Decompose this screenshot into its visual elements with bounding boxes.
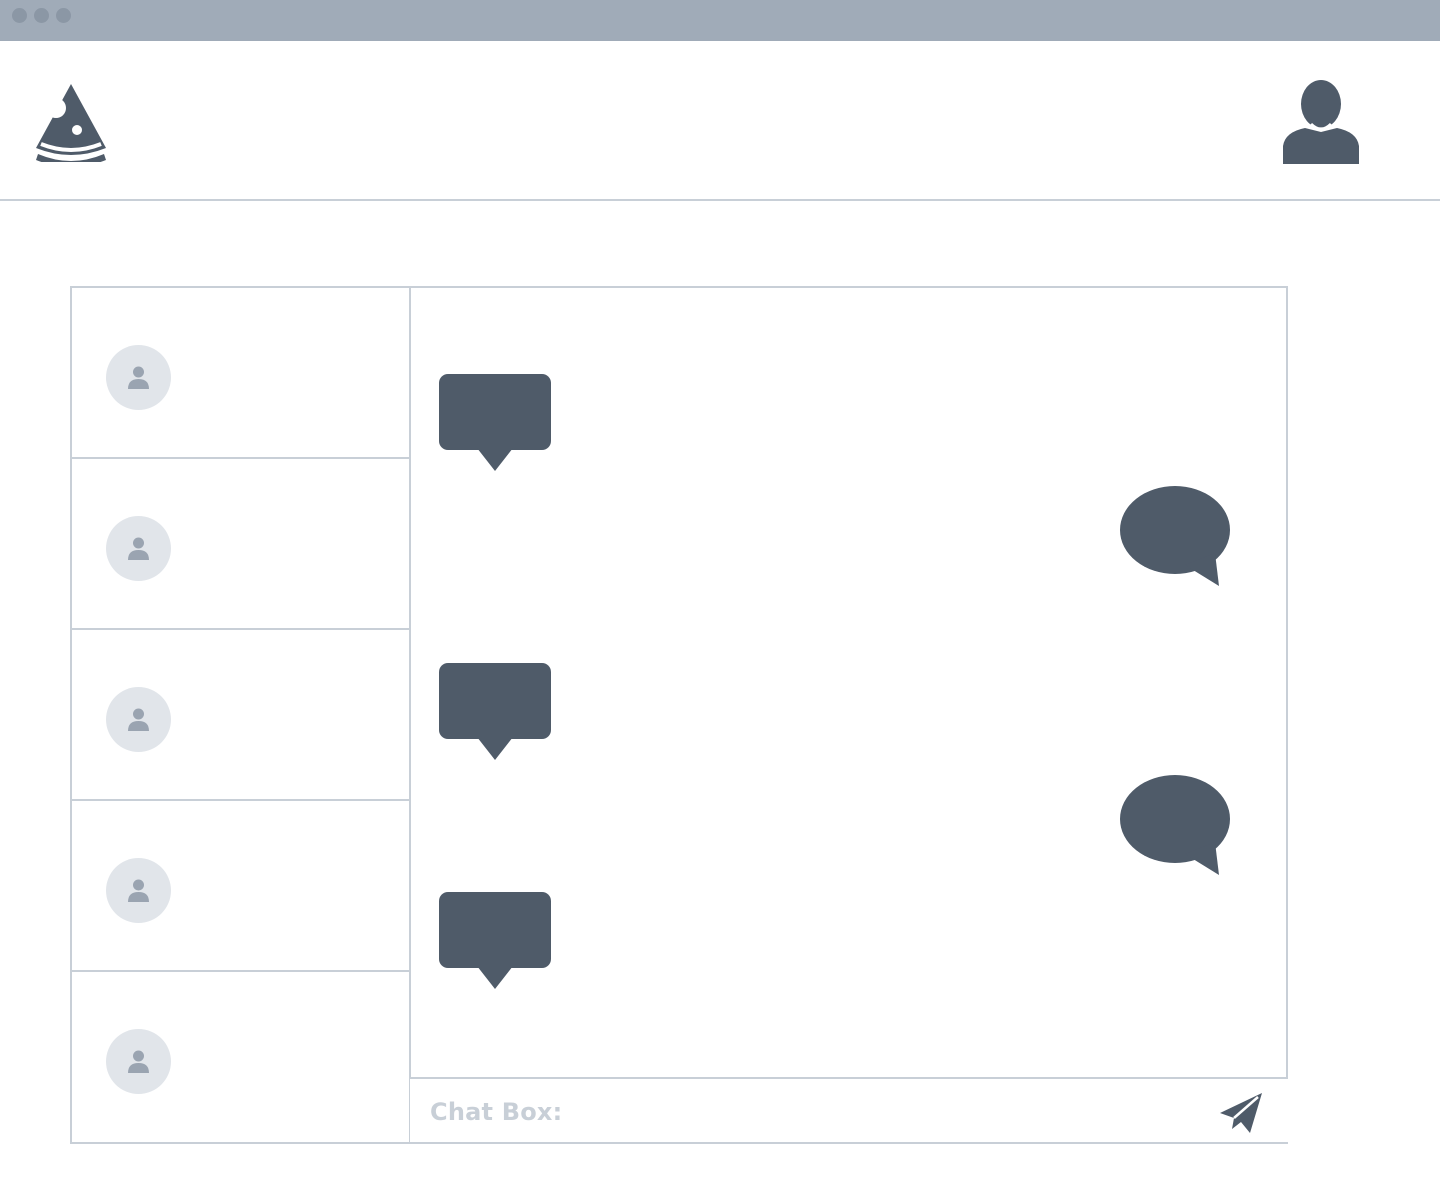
- contact-item[interactable]: [72, 801, 409, 972]
- received-message-bubble: [439, 374, 551, 471]
- chat-panel: Chat Box:: [70, 286, 1288, 1144]
- pizza-slice-icon[interactable]: [34, 82, 108, 162]
- contact-avatar: [106, 516, 171, 581]
- chat-box: Chat Box:: [410, 1077, 1288, 1142]
- user-icon: [128, 708, 149, 731]
- chat-box-label: Chat Box:: [430, 1098, 563, 1126]
- window-titlebar: [0, 0, 1440, 41]
- contact-avatar: [106, 1029, 171, 1094]
- contact-avatar: [106, 687, 171, 752]
- app-header: [0, 41, 1440, 201]
- window-maximize-button[interactable]: [56, 8, 71, 23]
- sent-message-bubble: [1120, 775, 1230, 875]
- received-message-bubble: [439, 892, 551, 989]
- window-minimize-button[interactable]: [34, 8, 49, 23]
- contact-list: [72, 288, 411, 1142]
- user-icon: [128, 879, 149, 902]
- contact-avatar: [106, 345, 171, 410]
- chat-box-input[interactable]: [550, 1089, 1200, 1133]
- profile-avatar-icon[interactable]: [1281, 80, 1361, 164]
- user-icon: [128, 1050, 149, 1073]
- sent-message-bubble: [1120, 486, 1230, 586]
- user-icon: [128, 366, 149, 389]
- contact-item[interactable]: [72, 630, 409, 801]
- contact-avatar: [106, 858, 171, 923]
- window-close-button[interactable]: [12, 8, 27, 23]
- contact-item[interactable]: [72, 288, 409, 459]
- user-icon: [128, 537, 149, 560]
- paper-plane-icon[interactable]: [1218, 1091, 1264, 1135]
- received-message-bubble: [439, 663, 551, 760]
- message-area: [411, 288, 1286, 1142]
- contact-item[interactable]: [72, 972, 409, 1143]
- contact-item[interactable]: [72, 459, 409, 630]
